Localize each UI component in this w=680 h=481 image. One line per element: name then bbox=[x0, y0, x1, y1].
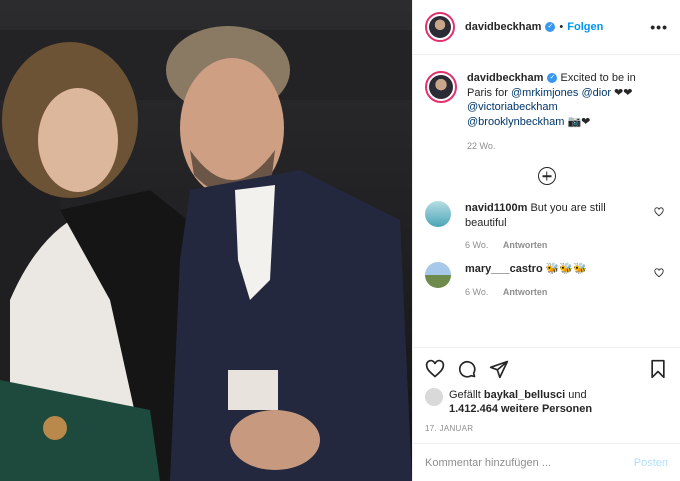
likes-summary: Gefällt baykal_bellusci und 1.412.464 we… bbox=[425, 388, 668, 416]
comment-age[interactable]: 6 Wo. bbox=[465, 240, 488, 250]
separator-dot: • bbox=[559, 21, 564, 33]
likes-middle: und bbox=[565, 389, 587, 401]
verified-icon: ✓ bbox=[547, 73, 558, 84]
author-avatar[interactable] bbox=[425, 12, 455, 42]
likes-prefix: Gefällt bbox=[449, 389, 484, 401]
mention-mrkimjones[interactable]: @mrkimjones bbox=[511, 87, 578, 99]
like-comment-heart-icon[interactable] bbox=[654, 268, 664, 278]
caption-age[interactable]: 22 Wo. bbox=[425, 141, 668, 151]
liker-avatar[interactable] bbox=[425, 388, 443, 406]
post-comment-button[interactable]: Posten bbox=[634, 457, 668, 469]
commenter-username[interactable]: mary___castro bbox=[465, 263, 543, 275]
load-more-comments-icon[interactable] bbox=[537, 167, 556, 185]
action-icons bbox=[425, 356, 668, 382]
caption-text: davidbeckham ✓ Excited to be in Paris for… bbox=[467, 71, 657, 129]
mention-brooklynbeckham[interactable]: @brooklynbeckham bbox=[467, 116, 564, 128]
reply-button[interactable]: Antworten bbox=[503, 287, 548, 297]
comment-meta: 6 Wo. Antworten bbox=[465, 240, 630, 250]
post-photo[interactable] bbox=[0, 0, 412, 481]
caption-avatar[interactable] bbox=[425, 71, 457, 103]
comment-item: navid1100m But you are still beautiful 6… bbox=[425, 201, 668, 250]
likes-count[interactable]: 1.412.464 weitere Personen bbox=[449, 403, 592, 415]
mention-dior[interactable]: @dior bbox=[581, 87, 611, 99]
liker-username[interactable]: baykal_bellusci bbox=[484, 389, 565, 401]
comment-bubble-icon[interactable] bbox=[457, 359, 477, 379]
follow-button[interactable]: Folgen bbox=[567, 21, 603, 33]
post-date[interactable]: 17. JANUAR bbox=[425, 424, 668, 443]
mention-victoriabeckham[interactable]: @victoriabeckham bbox=[467, 101, 558, 113]
comment-age[interactable]: 6 Wo. bbox=[465, 287, 488, 297]
reply-button[interactable]: Antworten bbox=[503, 240, 548, 250]
post-actions: Gefällt baykal_bellusci und 1.412.464 we… bbox=[413, 347, 680, 443]
more-options-icon[interactable]: ••• bbox=[650, 19, 668, 35]
commenter-username[interactable]: navid1100m bbox=[465, 202, 527, 214]
like-comment-heart-icon[interactable] bbox=[654, 207, 664, 217]
comment-meta: 6 Wo. Antworten bbox=[465, 287, 630, 297]
caption-username[interactable]: davidbeckham bbox=[467, 72, 543, 84]
author-username[interactable]: davidbeckham bbox=[465, 21, 541, 33]
comment-text: navid1100m But you are still beautiful bbox=[465, 201, 630, 230]
photo-illustration bbox=[0, 0, 412, 481]
comment-input[interactable] bbox=[425, 456, 634, 469]
share-paper-plane-icon[interactable] bbox=[489, 359, 509, 379]
post-sidebar: davidbeckham ✓ • Folgen ••• davidbeckham… bbox=[412, 0, 680, 481]
comments-section: davidbeckham ✓ Excited to be in Paris for… bbox=[413, 55, 680, 347]
caption: davidbeckham ✓ Excited to be in Paris for… bbox=[425, 71, 668, 129]
add-comment-bar: Posten bbox=[413, 443, 680, 481]
comment-text: mary___castro 🐝🐝🐝 bbox=[465, 262, 630, 277]
comment-body: 🐝🐝🐝 bbox=[545, 263, 587, 275]
post-header: davidbeckham ✓ • Folgen ••• bbox=[413, 0, 680, 55]
like-heart-icon[interactable] bbox=[425, 359, 445, 379]
commenter-avatar[interactable] bbox=[425, 262, 451, 288]
commenter-avatar[interactable] bbox=[425, 201, 451, 227]
comment-item: mary___castro 🐝🐝🐝 6 Wo. Antworten bbox=[425, 262, 668, 297]
instagram-post: davidbeckham ✓ • Folgen ••• davidbeckham… bbox=[0, 0, 680, 481]
save-bookmark-icon[interactable] bbox=[648, 359, 668, 379]
caption-emoji: 📷❤ bbox=[564, 115, 591, 128]
caption-hearts: ❤❤ bbox=[611, 86, 633, 99]
verified-icon: ✓ bbox=[545, 22, 556, 32]
